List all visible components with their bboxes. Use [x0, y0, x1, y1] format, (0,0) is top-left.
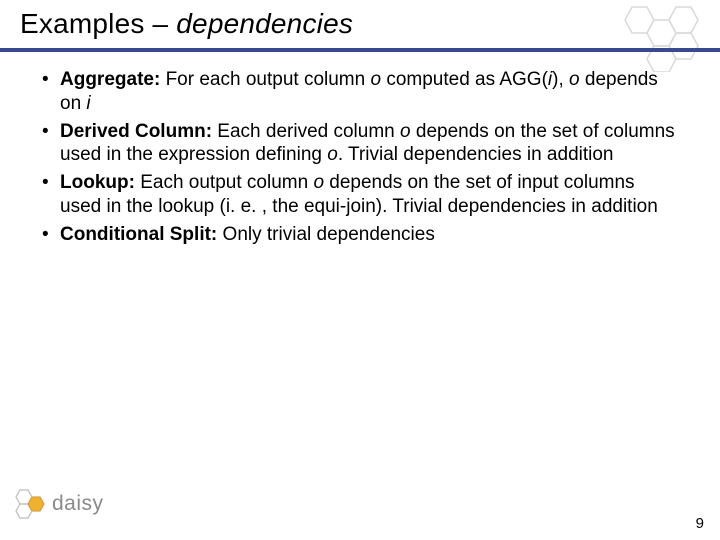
- slide: Examples – dependencies Aggregate: For e…: [0, 0, 720, 540]
- logo-text: daisy: [52, 492, 104, 516]
- title-rule: [0, 48, 720, 52]
- bullet-item: Lookup: Each output column o depends on …: [42, 171, 678, 219]
- bullet-label: Derived Column:: [60, 121, 212, 142]
- bullet-body: Each output column o depends on the set …: [60, 172, 658, 217]
- bullet-item: Derived Column: Each derived column o de…: [42, 120, 678, 168]
- bullet-item: Conditional Split: Only trivial dependen…: [42, 223, 678, 247]
- page-number: 9: [696, 515, 704, 532]
- bullet-list: Aggregate: For each output column o comp…: [42, 68, 678, 246]
- daisy-logo: daisy: [10, 486, 104, 522]
- title-area: Examples – dependencies: [0, 0, 720, 46]
- bullet-label: Conditional Split:: [60, 224, 217, 245]
- hexagon-logo-icon: [10, 486, 48, 522]
- bullet-label: Lookup:: [60, 172, 135, 193]
- slide-title: Examples – dependencies: [20, 8, 700, 40]
- title-italic: dependencies: [176, 8, 353, 39]
- bullet-label: Aggregate:: [60, 69, 160, 90]
- title-plain: Examples –: [20, 8, 176, 39]
- bullet-body: Only trivial dependencies: [217, 224, 435, 245]
- content-area: Aggregate: For each output column o comp…: [0, 46, 720, 246]
- bullet-item: Aggregate: For each output column o comp…: [42, 68, 678, 116]
